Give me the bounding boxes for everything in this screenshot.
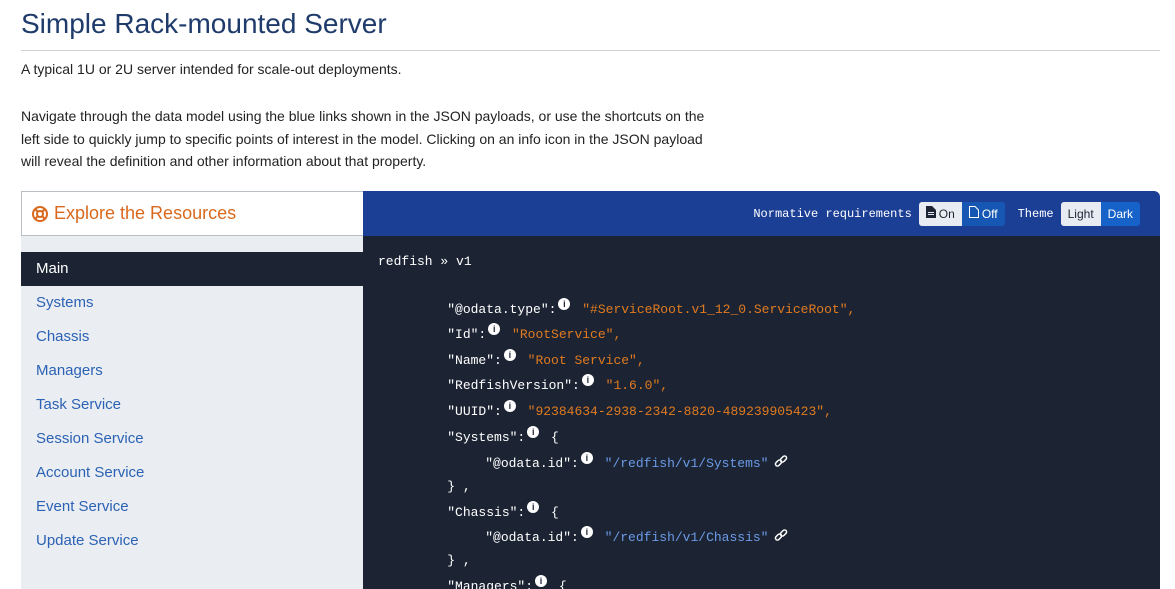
file-text-icon bbox=[925, 206, 936, 221]
json-line: "Systems": i { bbox=[447, 426, 559, 445]
link-icon[interactable] bbox=[774, 455, 788, 476]
life-ring-icon bbox=[32, 205, 48, 222]
json-toolbar: Normative requirements On Off Theme Ligh… bbox=[363, 191, 1160, 236]
title-divider bbox=[21, 50, 1160, 51]
sidebar-item-account-service[interactable]: Account Service bbox=[21, 456, 363, 490]
normative-off-button[interactable]: Off bbox=[961, 201, 1005, 226]
json-breadcrumb: redfish » v1 bbox=[378, 254, 472, 269]
intro-paragraph: Navigate through the data model using th… bbox=[21, 108, 705, 169]
sidebar-item-chassis[interactable]: Chassis bbox=[21, 320, 363, 354]
theme-toggle: Light Dark bbox=[1060, 201, 1140, 226]
info-icon[interactable]: i bbox=[535, 575, 548, 587]
normative-on-button[interactable]: On bbox=[918, 201, 962, 226]
theme-light-button[interactable]: Light bbox=[1060, 201, 1101, 226]
json-line: } , bbox=[447, 553, 471, 568]
link-icon[interactable] bbox=[774, 529, 788, 550]
sidebar-item-session-service[interactable]: Session Service bbox=[21, 422, 363, 456]
json-line: "@odata.id": i "/redfish/v1/Systems" bbox=[454, 432, 788, 471]
json-line: "Name": i "Root Service", bbox=[447, 349, 645, 368]
sidebar-item-systems[interactable]: Systems bbox=[21, 286, 363, 320]
json-line: "UUID": i "92384634-2938-2342-8820-489239… bbox=[447, 400, 832, 419]
sidebar-item-main[interactable]: Main bbox=[21, 252, 363, 286]
normative-requirements-label: Normative requirements bbox=[753, 206, 912, 221]
json-payload-panel: redfish » v1 "@odata.type": i "#ServiceRo… bbox=[363, 236, 1160, 589]
explore-resources-header: Explore the Resources bbox=[21, 191, 363, 236]
sidebar-item-task-service[interactable]: Task Service bbox=[21, 388, 363, 422]
json-line: "@odata.type": i "#ServiceRoot.v1_12_0.Se… bbox=[447, 298, 856, 317]
normative-toggle: On Off bbox=[918, 201, 1005, 226]
json-line: "@odata.id": i "/redfish/v1/Chassis" bbox=[454, 506, 788, 545]
page-subtitle: A typical 1U or 2U server intended for s… bbox=[21, 61, 402, 77]
theme-label: Theme bbox=[1017, 206, 1054, 221]
theme-dark-button[interactable]: Dark bbox=[1100, 201, 1140, 226]
json-line: "Id": i "RootService", bbox=[447, 323, 622, 342]
sidebar-nav: Main Systems Chassis Managers Task Servi… bbox=[21, 236, 363, 589]
json-line: "Chassis": i { bbox=[447, 501, 559, 520]
sidebar-item-update-service[interactable]: Update Service bbox=[21, 524, 363, 558]
json-link-systems[interactable]: "/redfish/v1/Systems" bbox=[605, 456, 769, 471]
json-line: "RedfishVersion": i "1.6.0", bbox=[447, 374, 669, 393]
sidebar-item-managers[interactable]: Managers bbox=[21, 354, 363, 388]
page-title: Simple Rack-mounted Server bbox=[21, 8, 387, 39]
explore-resources-title: Explore the Resources bbox=[54, 203, 237, 223]
info-icon[interactable]: i bbox=[580, 452, 593, 464]
json-link-chassis[interactable]: "/redfish/v1/Chassis" bbox=[605, 530, 769, 545]
json-line: } , bbox=[447, 479, 471, 494]
sidebar-item-event-service[interactable]: Event Service bbox=[21, 490, 363, 524]
json-line: "Managers": i { bbox=[447, 575, 567, 589]
file-icon bbox=[968, 206, 979, 221]
info-icon[interactable]: i bbox=[580, 526, 593, 538]
